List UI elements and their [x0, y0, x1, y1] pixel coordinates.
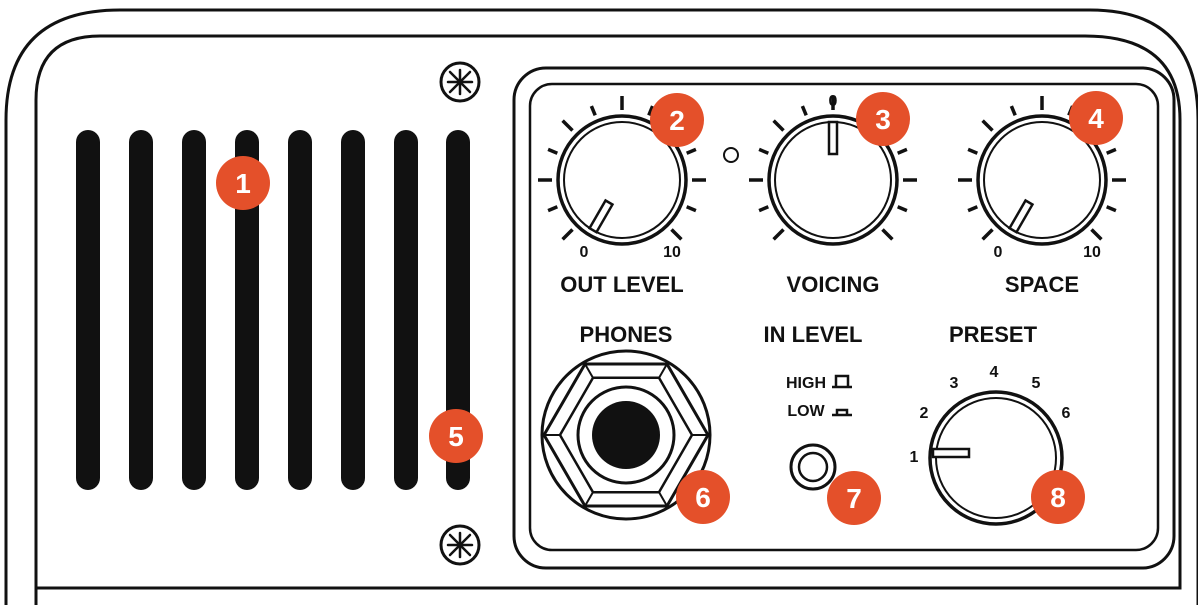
knob-tick: [981, 119, 994, 132]
svg-text:2: 2: [669, 105, 685, 136]
knob-tick: [981, 228, 994, 241]
out-level-min-label: 0: [580, 244, 589, 261]
voicing-zero-label: 0: [829, 93, 838, 110]
in-level-label: IN LEVEL: [763, 322, 862, 347]
knob-tick: [772, 228, 785, 241]
low-position-icon: [832, 408, 852, 417]
svg-text:7: 7: [846, 483, 862, 514]
knob-tick: [670, 228, 683, 241]
preset-pointer: [931, 447, 971, 459]
knob-tick: [547, 147, 558, 155]
knob-tick: [1090, 228, 1103, 241]
space-label: SPACE: [1005, 272, 1079, 297]
in-level-low-label: LOW: [787, 403, 825, 420]
knob-tick: [589, 105, 597, 116]
preset-position-1: 1: [910, 449, 919, 466]
grille-slot: [182, 130, 206, 490]
callout-3: 3: [856, 92, 910, 146]
knob-tick: [800, 105, 808, 116]
phones-label: PHONES: [580, 322, 673, 347]
grille-slot: [76, 130, 100, 490]
top-screw-icon: [439, 61, 481, 103]
grille-slot: [341, 130, 365, 490]
knob-tick: [1106, 147, 1117, 155]
knob-tick: [897, 205, 908, 213]
callout-4: 4: [1069, 91, 1123, 145]
knob-tick: [1106, 205, 1117, 213]
knob-tick: [1009, 105, 1017, 116]
knob-tick: [772, 119, 785, 132]
knob-tick: [897, 147, 908, 155]
phones-jack-hole: [592, 401, 660, 469]
callout-7: 7: [827, 471, 881, 525]
knob-pointer: [827, 120, 839, 156]
in-level-high-label: HIGH: [786, 375, 826, 392]
preset-position-2: 2: [920, 405, 929, 422]
knob-tick: [686, 205, 697, 213]
preset-position-3: 3: [950, 375, 959, 392]
knob-tick: [967, 205, 978, 213]
callout-8: 8: [1031, 470, 1085, 524]
svg-text:4: 4: [1088, 103, 1104, 134]
svg-text:8: 8: [1050, 482, 1066, 513]
svg-text:3: 3: [875, 104, 891, 135]
preset-position-6: 6: [1062, 405, 1071, 422]
amp-panel-diagram: 0 10 OUT LEVEL 0 VOICING 0 10 SPACE PHON…: [0, 0, 1198, 605]
out-level-max-label: 10: [663, 244, 681, 261]
knob-tick: [881, 228, 894, 241]
svg-text:1: 1: [235, 168, 251, 199]
preset-position-4: 4: [990, 364, 999, 381]
power-led: [723, 147, 739, 163]
space-min-label: 0: [994, 244, 1003, 261]
callout-2: 2: [650, 93, 704, 147]
bottom-screw-icon: [439, 524, 481, 566]
space-max-label: 10: [1083, 244, 1101, 261]
knob-tick: [967, 147, 978, 155]
callout-5: 5: [429, 409, 483, 463]
knob-tick: [547, 205, 558, 213]
grille-slot: [288, 130, 312, 490]
knob-tick: [561, 119, 574, 132]
voicing-label: VOICING: [787, 272, 880, 297]
grille-slot: [394, 130, 418, 490]
out-level-label: OUT LEVEL: [560, 272, 683, 297]
knob-tick: [686, 147, 697, 155]
diagram-canvas: 0 10 OUT LEVEL 0 VOICING 0 10 SPACE PHON…: [4, 8, 1198, 605]
knob-tick: [758, 205, 769, 213]
preset-label: PRESET: [949, 322, 1038, 347]
knob-tick: [561, 228, 574, 241]
svg-text:5: 5: [448, 421, 464, 452]
preset-position-5: 5: [1032, 375, 1041, 392]
grille-slot: [129, 130, 153, 490]
callout-1: 1: [216, 156, 270, 210]
knob-tick: [758, 147, 769, 155]
in-level-button[interactable]: [789, 443, 837, 491]
svg-text:6: 6: [695, 482, 711, 513]
high-position-icon: [832, 374, 852, 389]
callout-6: 6: [676, 470, 730, 524]
speaker-grille: [76, 130, 470, 490]
